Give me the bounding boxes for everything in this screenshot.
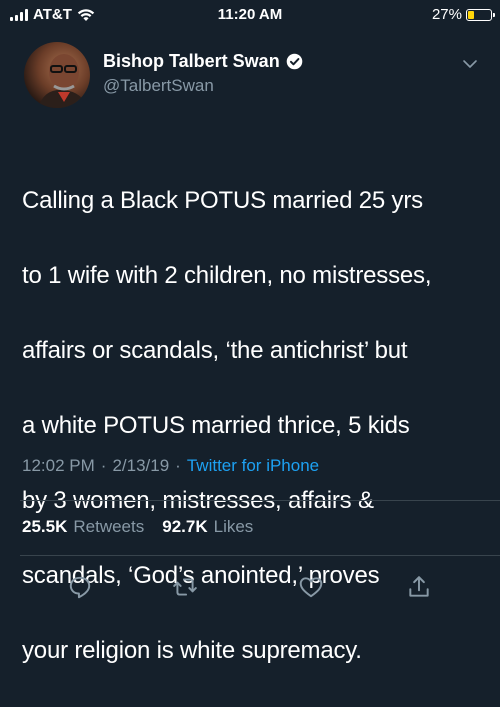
- tweet-text-line: affairs or scandals, ‘the antichrist’ bu…: [22, 336, 408, 364]
- meta-separator: ·: [175, 456, 181, 475]
- tweet-source-link[interactable]: Twitter for iPhone: [187, 456, 319, 476]
- retweets-label[interactable]: Retweets: [73, 517, 144, 537]
- like-icon[interactable]: [298, 574, 324, 600]
- meta-separator: ·: [100, 456, 107, 475]
- display-name[interactable]: Bishop Talbert Swan: [103, 51, 280, 72]
- user-handle[interactable]: @TalbertSwan: [103, 76, 214, 96]
- share-icon[interactable]: [406, 574, 432, 600]
- battery-icon: [466, 8, 495, 21]
- tweet-time[interactable]: 12:02 PM: [22, 456, 95, 476]
- avatar[interactable]: [24, 42, 90, 108]
- tweet-date[interactable]: 2/13/19: [112, 456, 169, 476]
- tweet-meta: 12:02 PM · 2/13/19 · Twitter for iPhone: [22, 456, 319, 476]
- author-name-line[interactable]: Bishop Talbert Swan: [103, 51, 303, 72]
- engagement-stats: 25.5K Retweets 92.7K Likes: [22, 517, 253, 537]
- likes-count[interactable]: 92.7K: [162, 517, 207, 537]
- retweet-icon[interactable]: [172, 574, 198, 600]
- status-time: 11:20 AM: [217, 6, 283, 23]
- tweet-text-line: to 1 wife with 2 children, no mistresses…: [22, 261, 432, 289]
- status-right: 27%: [431, 6, 495, 23]
- status-bar: AT&T 11:20 AM 27%: [0, 0, 500, 32]
- chevron-down-icon[interactable]: [462, 58, 478, 70]
- tweet-text-line: a white POTUS married thrice, 5 kids: [22, 411, 410, 439]
- action-bar: [0, 574, 500, 602]
- tweet-text-line: your religion is white supremacy.: [22, 636, 362, 664]
- avatar-portrait: [38, 54, 88, 108]
- verified-badge-icon: [286, 53, 302, 70]
- battery-fill: [468, 10, 475, 19]
- tweet-text-line: Calling a Black POTUS married 25 yrs: [22, 186, 423, 214]
- reply-icon[interactable]: [67, 574, 93, 600]
- tweet-text: Calling a Black POTUS married 25 yrs to …: [22, 144, 484, 707]
- battery-percent: 27%: [431, 6, 462, 23]
- divider: [20, 555, 500, 556]
- retweets-count[interactable]: 25.5K: [22, 517, 67, 537]
- likes-label[interactable]: Likes: [214, 517, 254, 537]
- divider: [20, 500, 500, 501]
